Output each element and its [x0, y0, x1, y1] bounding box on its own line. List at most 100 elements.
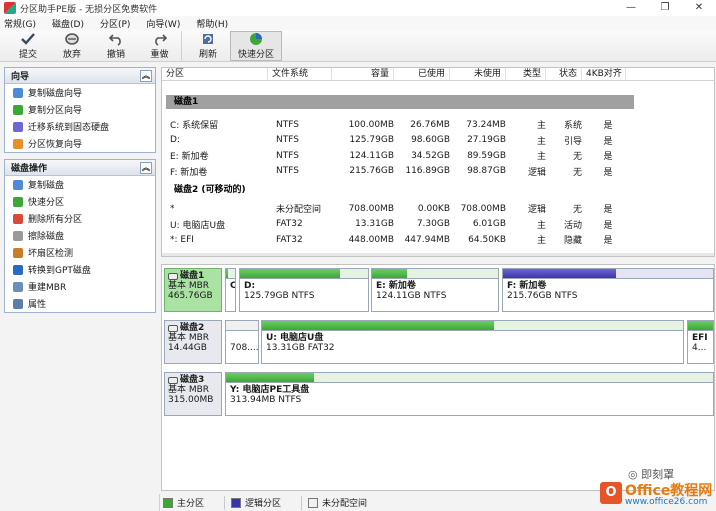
copy-disk-icon [13, 179, 23, 190]
disk2-label[interactable]: 磁盘2 基本 MBR 14.44GB [164, 320, 222, 364]
table-cell: 是 [603, 205, 613, 216]
menu-general[interactable]: 常规(G) [4, 17, 36, 30]
partition-name: U: 电脑店U盘 [266, 333, 324, 343]
minimize-button[interactable]: — [614, 0, 648, 16]
table-cell: 未分配空间 [276, 205, 322, 216]
disk3-label[interactable]: 磁盘3 基本 MBR 315.00MB [164, 372, 222, 416]
col-unused[interactable]: 未使用 [450, 68, 506, 80]
quick-partition-button[interactable]: 快速分区 [230, 30, 282, 61]
disk2-group-header[interactable]: 磁盘2 (可移动的) [166, 183, 634, 197]
legend-primary: 主分区 [163, 496, 204, 509]
wizard-copy-partition[interactable]: 复制分区向导 [5, 101, 155, 118]
partition-c-block[interactable]: C [225, 268, 236, 312]
disk2-partition-row[interactable]: U: 电脑店U盘 FAT32 13.31GB 7.30GB 6.01GB 主 活动 是 [162, 217, 714, 233]
op-convert-gpt[interactable]: 转换到GPT磁盘 [5, 261, 155, 278]
partition-u-block[interactable]: U: 电脑店U盘 13.31GB FAT32 [261, 320, 684, 364]
op-rebuild-mbr[interactable]: 重建MBR [5, 278, 155, 295]
table-cell: 系统 [563, 121, 582, 132]
col-4k-align[interactable]: 4KB对齐 [582, 68, 626, 80]
wizard-item-label: 分区恢复向导 [28, 140, 83, 150]
op-bad-sector[interactable]: 坏扇区检测 [5, 244, 155, 261]
close-button[interactable]: ✕ [682, 0, 716, 16]
disk-size: 315.00MB [168, 395, 214, 405]
partition-d-block[interactable]: D: 125.79GB NTFS [239, 268, 369, 312]
disk1-partition-row[interactable]: F: 新加卷 NTFS 215.76GB 116.89GB 98.87GB 逻辑 无 是 [162, 164, 714, 180]
disk2-row: 磁盘2 基本 MBR 14.44GB 708.... U: 电脑店U盘 13.3… [164, 320, 714, 364]
disk-size: 14.44GB [168, 343, 207, 353]
table-cell: 是 [603, 236, 613, 247]
redo-button[interactable]: 重做 [138, 30, 182, 61]
wizard-item-label: 迁移系统到固态硬盘 [28, 123, 110, 133]
wipe-icon [13, 230, 23, 241]
disk1-label[interactable]: 磁盘1 基本 MBR 465.76GB [164, 268, 222, 312]
properties-icon [13, 298, 23, 309]
table-cell: 是 [603, 152, 613, 163]
commit-label: 提交 [18, 49, 37, 60]
wizard-copy-disk[interactable]: 复制磁盘向导 [5, 84, 155, 101]
partition-size: 4... [692, 343, 707, 353]
menu-wizard[interactable]: 向导(W) [146, 17, 180, 30]
collapse-icon[interactable]: ︽ [140, 161, 152, 174]
table-cell: 无 [572, 205, 582, 216]
op-properties[interactable]: 属性 [5, 295, 155, 312]
table-cell: 无 [572, 167, 582, 178]
partition-f-block[interactable]: F: 新加卷 215.76GB NTFS [502, 268, 714, 312]
op-quick-partition[interactable]: 快速分区 [5, 193, 155, 210]
partition-e-block[interactable]: E: 新加卷 124.11GB NTFS [371, 268, 499, 312]
redo-label: 重做 [150, 49, 169, 60]
disk-ops-panel-header: 磁盘操作 ︽ [5, 160, 155, 176]
watermark-brand: O Office教程网 www.office26.com [600, 480, 713, 510]
commit-button[interactable]: 提交 [6, 31, 50, 61]
disk2-partition-row[interactable]: * 未分配空间 708.00MB 0.00KB 708.00MB 逻辑 无 是 [162, 201, 714, 217]
partition-efi-block[interactable]: EFI 4... [687, 320, 714, 364]
disk-ops-panel: 磁盘操作 ︽ 复制磁盘 快速分区 删除所有分区 擦除磁盘 坏扇区检测 转换到GP… [4, 159, 156, 313]
unallocated-block[interactable]: 708.... [225, 320, 259, 364]
disk1-partition-row[interactable]: C: 系统保留 NTFS 100.00MB 26.76MB 73.24MB 主 系统 是 [162, 117, 714, 133]
rebuild-mbr-icon [13, 281, 23, 292]
op-delete-all[interactable]: 删除所有分区 [5, 210, 155, 227]
disk1-row: 磁盘1 基本 MBR 465.76GB C D: 125.79GB NTFS E… [164, 268, 714, 312]
collapse-icon[interactable]: ︽ [140, 69, 152, 82]
table-cell: 73.24MB [466, 119, 506, 130]
disk2-partition-row[interactable]: *: EFI FAT32 448.00MB 447.94MB 64.50KB 主 隐藏 是 [162, 232, 714, 248]
op-wipe-disk[interactable]: 擦除磁盘 [5, 227, 155, 244]
disk1-partition-row[interactable]: D: NTFS 125.79GB 98.60GB 27.19GB 主 引导 是 [162, 133, 714, 149]
disk-type: 基本 MBR [168, 385, 210, 395]
wizard-partition-recovery[interactable]: 分区恢复向导 [5, 135, 155, 152]
partition-y-block[interactable]: Y: 电脑店PE工具盘 313.94MB NTFS [225, 372, 714, 416]
op-item-label: 快速分区 [28, 198, 65, 208]
table-cell: 是 [603, 136, 613, 147]
partition-name: E: 新加卷 [376, 281, 416, 291]
toolbar: 提交 放弃 撤销 重做 刷新 快速分区 [0, 30, 716, 62]
table-cell: 活动 [563, 220, 582, 231]
op-copy-disk[interactable]: 复制磁盘 [5, 176, 155, 193]
legend-unallocated: 未分配空间 [308, 496, 367, 509]
discard-button[interactable]: 放弃 [50, 31, 94, 61]
col-status[interactable]: 状态 [546, 68, 582, 80]
table-cell: 主 [536, 121, 546, 132]
disk1-partition-row[interactable]: E: 新加卷 NTFS 124.11GB 34.52GB 89.59GB 主 无 是 [162, 148, 714, 164]
table-cell: FAT32 [276, 234, 303, 245]
restore-button[interactable]: ❐ [648, 0, 682, 16]
menu-disk[interactable]: 磁盘(D) [52, 17, 84, 30]
horizontal-scrollbar[interactable] [162, 253, 714, 256]
table-cell: 124.11GB [349, 150, 394, 161]
col-capacity[interactable]: 容量 [332, 68, 394, 80]
menu-bar: 常规(G) 磁盘(D) 分区(P) 向导(W) 帮助(H) [0, 16, 716, 30]
col-type[interactable]: 类型 [506, 68, 546, 80]
col-used[interactable]: 已使用 [394, 68, 450, 80]
legend-label: 逻辑分区 [245, 499, 282, 509]
table-cell: 116.89GB [405, 166, 450, 177]
refresh-button[interactable]: 刷新 [186, 31, 230, 61]
wizard-migrate-ssd[interactable]: 迁移系统到固态硬盘 [5, 118, 155, 135]
col-partition[interactable]: 分区 [162, 68, 268, 80]
quick-partition-icon [248, 32, 264, 46]
table-cell: 125.79GB [349, 135, 394, 146]
col-filesystem[interactable]: 文件系统 [268, 68, 332, 80]
menu-partition[interactable]: 分区(P) [100, 17, 130, 30]
partition-size: 13.31GB FAT32 [266, 343, 335, 353]
disk1-group-header[interactable]: 磁盘1 [166, 95, 634, 109]
undo-button[interactable]: 撤销 [94, 31, 138, 61]
table-cell: 主 [536, 136, 546, 147]
menu-help[interactable]: 帮助(H) [196, 17, 228, 30]
